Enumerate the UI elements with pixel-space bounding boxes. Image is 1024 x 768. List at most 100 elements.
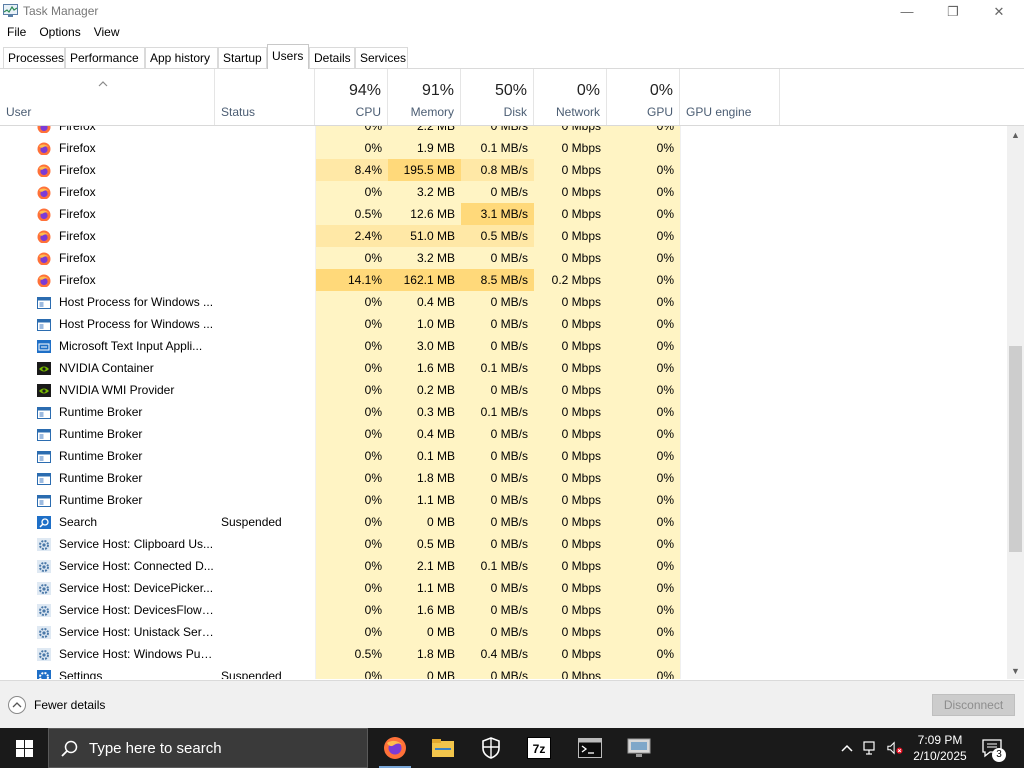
7zip-icon: 7z <box>527 737 551 759</box>
tab-app-history[interactable]: App history <box>145 47 218 68</box>
vertical-scrollbar[interactable]: ▲ ▼ <box>1007 126 1024 679</box>
process-name: Service Host: DevicesFlow_... <box>59 603 214 617</box>
process-row[interactable]: Firefox 8.4% 195.5 MB 0.8 MB/s 0 Mbps 0% <box>0 159 1007 181</box>
process-row[interactable]: Runtime Broker 0% 1.1 MB 0 MB/s 0 Mbps 0% <box>0 489 1007 511</box>
minimize-button[interactable]: — <box>884 0 930 23</box>
process-row[interactable]: Service Host: DevicesFlow_... 0% 1.6 MB 0 M… <box>0 599 1007 621</box>
taskbar-remote-desktop[interactable] <box>616 728 664 768</box>
process-row[interactable]: Firefox 0% 2.2 MB 0 MB/s 0 Mbps 0% <box>0 126 1007 137</box>
process-row[interactable]: Host Process for Windows ... 0% 0.4 MB 0 MB… <box>0 291 1007 313</box>
task-manager-icon <box>3 4 18 17</box>
menu-file[interactable]: File <box>0 24 32 43</box>
close-button[interactable]: ✕ <box>976 0 1022 23</box>
process-name: Service Host: Connected D... <box>59 559 214 573</box>
maximize-button[interactable]: ❐ <box>930 0 976 23</box>
taskbar-clock[interactable]: 7:09 PM 2/10/2025 <box>904 732 976 764</box>
process-name: Service Host: DevicePicker... <box>59 581 214 595</box>
scroll-up-icon[interactable]: ▲ <box>1007 126 1024 143</box>
process-row[interactable]: Firefox 0.5% 12.6 MB 3.1 MB/s 0 Mbps 0% <box>0 203 1007 225</box>
firefox-icon <box>384 737 406 759</box>
process-row[interactable]: Runtime Broker 0% 0.3 MB 0.1 MB/s 0 Mbps 0% <box>0 401 1007 423</box>
process-cpu: 0% <box>315 401 388 423</box>
tab-performance[interactable]: Performance <box>65 47 145 68</box>
process-list: Firefox 0% 2.2 MB 0 MB/s 0 Mbps 0% Firefox 0% 1.… <box>0 126 1007 679</box>
taskbar-7zip[interactable]: 7z <box>515 728 563 768</box>
process-disk: 0 MB/s <box>461 467 534 489</box>
process-network: 0 Mbps <box>534 247 607 269</box>
column-memory[interactable]: 91% Memory <box>388 69 461 125</box>
process-row[interactable]: Runtime Broker 0% 0.4 MB 0 MB/s 0 Mbps 0% <box>0 423 1007 445</box>
taskbar-terminal[interactable] <box>566 728 614 768</box>
fewer-details-button[interactable]: Fewer details <box>8 695 105 715</box>
tab-services[interactable]: Services <box>355 47 408 68</box>
process-row[interactable]: Firefox 0% 3.2 MB 0 MB/s 0 Mbps 0% <box>0 181 1007 203</box>
process-row[interactable]: Host Process for Windows ... 0% 1.0 MB 0 MB… <box>0 313 1007 335</box>
tray-chevron-up-icon[interactable] <box>839 740 855 756</box>
process-status <box>221 401 311 423</box>
process-row[interactable]: Service Host: Clipboard Us... 0% 0.5 MB 0 M… <box>0 533 1007 555</box>
disconnect-button[interactable]: Disconnect <box>932 694 1015 716</box>
process-status <box>221 159 311 181</box>
column-network[interactable]: 0% Network <box>534 69 607 125</box>
process-cpu: 0% <box>315 555 388 577</box>
process-network: 0 Mbps <box>534 445 607 467</box>
process-memory: 0.4 MB <box>388 291 461 313</box>
process-gpu: 0% <box>607 643 680 665</box>
process-row[interactable]: Service Host: Unistack Serv... 0% 0 MB 0 MB… <box>0 621 1007 643</box>
tab-users[interactable]: Users <box>267 44 309 69</box>
process-memory: 2.2 MB <box>388 126 461 137</box>
tab-startup[interactable]: Startup <box>218 47 267 68</box>
column-user[interactable]: User <box>0 69 215 125</box>
firefox-icon <box>37 141 51 155</box>
window-app-icon <box>37 471 51 485</box>
scroll-thumb[interactable] <box>1009 346 1022 552</box>
process-row[interactable]: Runtime Broker 0% 1.8 MB 0 MB/s 0 Mbps 0% <box>0 467 1007 489</box>
memory-total-percent: 91% <box>421 82 454 99</box>
process-row[interactable]: Service Host: Windows Pus... 0.5% 1.8 MB 0.… <box>0 643 1007 665</box>
column-disk[interactable]: 50% Disk <box>461 69 534 125</box>
process-gpu: 0% <box>607 291 680 313</box>
tab-processes[interactable]: Processes <box>3 47 65 68</box>
process-row[interactable]: Search Suspended 0% 0 MB 0 MB/s 0 Mbps 0% <box>0 511 1007 533</box>
process-name: Runtime Broker <box>59 449 143 463</box>
process-row[interactable]: Firefox 0% 3.2 MB 0 MB/s 0 Mbps 0% <box>0 247 1007 269</box>
taskbar-file-explorer[interactable] <box>419 728 467 768</box>
scroll-down-icon[interactable]: ▼ <box>1007 662 1024 679</box>
process-memory: 1.6 MB <box>388 599 461 621</box>
process-row[interactable]: NVIDIA WMI Provider 0% 0.2 MB 0 MB/s 0 Mbps 0… <box>0 379 1007 401</box>
process-row[interactable]: Settings Suspended 0% 0 MB 0 MB/s 0 Mbps 0% <box>0 665 1007 679</box>
column-cpu[interactable]: 94% CPU <box>315 69 388 125</box>
firefox-icon <box>37 229 51 243</box>
sort-up-icon <box>98 81 108 87</box>
process-row[interactable]: Firefox 2.4% 51.0 MB 0.5 MB/s 0 Mbps 0% <box>0 225 1007 247</box>
process-disk: 0 MB/s <box>461 621 534 643</box>
network-icon[interactable] <box>863 740 879 756</box>
menu-view[interactable]: View <box>87 24 126 43</box>
process-row[interactable]: Firefox 14.1% 162.1 MB 8.5 MB/s 0.2 Mbps 0% <box>0 269 1007 291</box>
tab-details[interactable]: Details <box>309 47 355 68</box>
taskbar-firefox[interactable] <box>371 728 419 768</box>
process-row[interactable]: Runtime Broker 0% 0.1 MB 0 MB/s 0 Mbps 0% <box>0 445 1007 467</box>
process-network: 0.2 Mbps <box>534 269 607 291</box>
menu-options[interactable]: Options <box>32 24 86 43</box>
process-row[interactable]: Service Host: Connected D... 0% 2.1 MB 0.1 … <box>0 555 1007 577</box>
column-gpu[interactable]: 0% GPU <box>607 69 680 125</box>
column-gpu-engine[interactable]: GPU engine <box>680 69 780 125</box>
file-explorer-icon <box>432 739 454 757</box>
taskbar-search-box[interactable]: Type here to search <box>48 728 368 768</box>
process-row[interactable]: NVIDIA Container 0% 1.6 MB 0.1 MB/s 0 Mbps 0% <box>0 357 1007 379</box>
network-total-percent: 0% <box>576 82 600 99</box>
gpu-total-percent: 0% <box>649 82 673 99</box>
process-row[interactable]: Microsoft Text Input Appli... 0% 3.0 MB 0 M… <box>0 335 1007 357</box>
process-row[interactable]: Firefox 0% 1.9 MB 0.1 MB/s 0 Mbps 0% <box>0 137 1007 159</box>
process-cpu: 0% <box>315 423 388 445</box>
start-button[interactable] <box>0 728 48 768</box>
process-disk: 0 MB/s <box>461 599 534 621</box>
taskbar-security[interactable] <box>467 728 515 768</box>
column-status[interactable]: Status <box>215 69 315 125</box>
process-row[interactable]: Service Host: DevicePicker... 0% 1.1 MB 0 M… <box>0 577 1007 599</box>
volume-muted-icon[interactable] <box>887 740 903 756</box>
process-gpu: 0% <box>607 665 680 679</box>
process-status <box>221 643 311 665</box>
process-network: 0 Mbps <box>534 511 607 533</box>
